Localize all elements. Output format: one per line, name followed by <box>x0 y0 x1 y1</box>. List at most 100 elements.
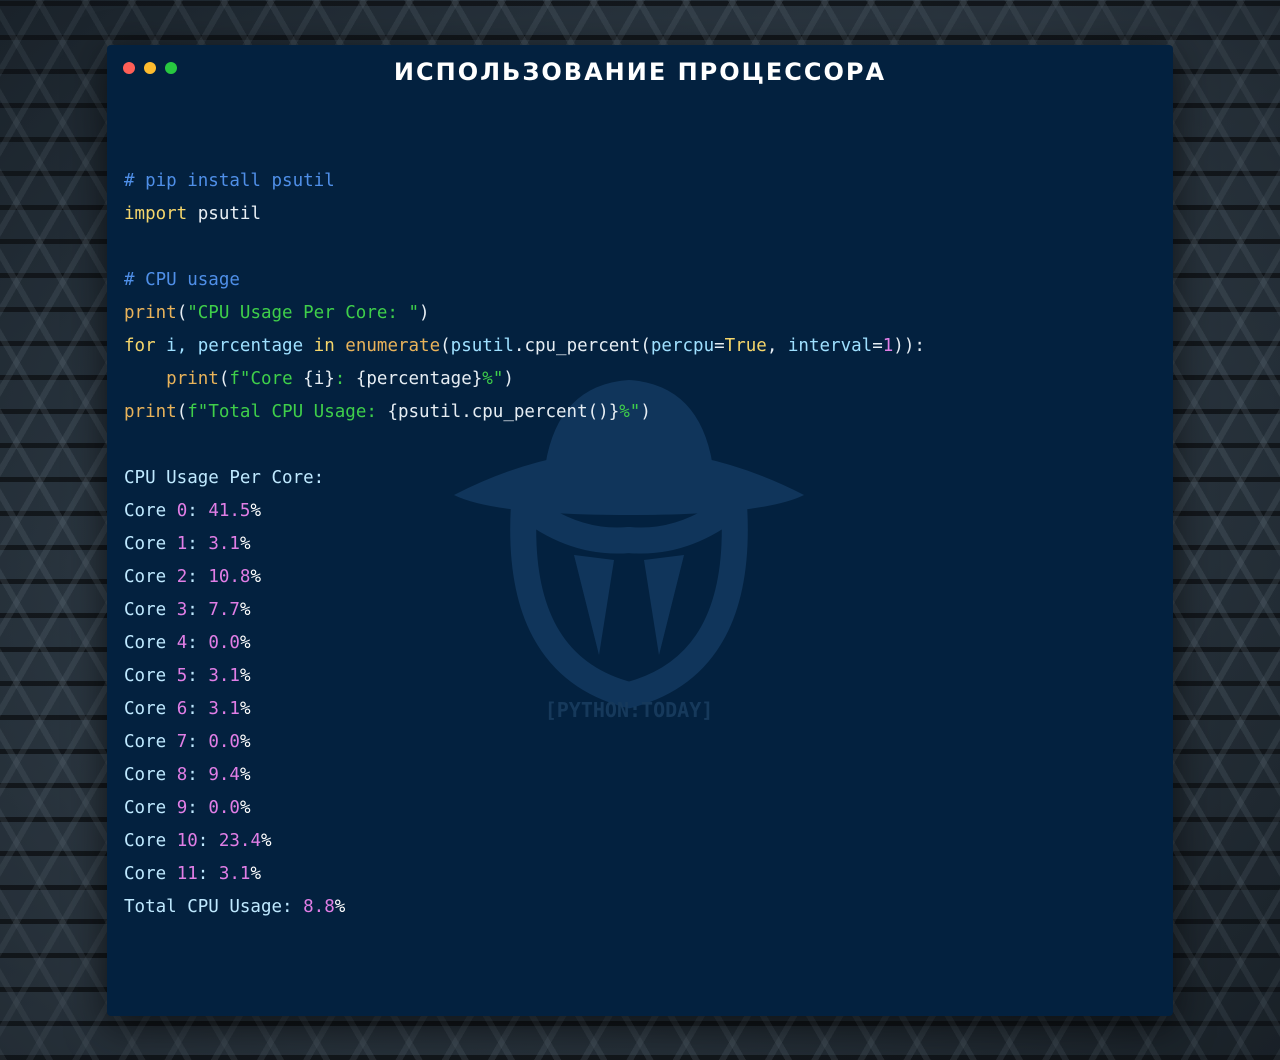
comment-text: # CPU usage <box>124 270 240 290</box>
fstring-prefix: f" <box>229 369 251 389</box>
core-label: Core <box>124 633 167 653</box>
core-index: 9 <box>176 798 188 818</box>
string-literal: %" <box>619 402 641 422</box>
comment-text: # pip install psutil <box>124 171 335 191</box>
output-core-line: Core 7: 0.0% <box>124 732 251 752</box>
output-core-list: Core 0: 41.5% Core 1: 3.1% Core 2: 10.8% Co… <box>124 495 925 891</box>
code-line-for-loop: for i, percentage in enumerate(psutil.cp… <box>124 336 925 356</box>
string-literal: Core <box>250 369 304 389</box>
percent-sign: % <box>239 534 251 554</box>
percent-sign: % <box>250 864 262 884</box>
core-label: Core <box>124 831 167 851</box>
string-literal: %" <box>482 369 504 389</box>
core-value: 3.1 <box>218 864 251 884</box>
core-index: 6 <box>176 699 188 719</box>
output-core-line: Core 11: 3.1% <box>124 864 262 884</box>
core-value: 3.1 <box>208 666 240 686</box>
core-value: 41.5 <box>208 501 251 521</box>
core-label: Core <box>124 567 167 587</box>
code-window: ИСПОЛЬЗОВАНИЕ ПРОЦЕССОРА [PYTHON:TODAY] … <box>107 45 1173 1016</box>
core-label: Core <box>124 501 167 521</box>
import-keyword: import <box>124 204 188 224</box>
percent-sign: % <box>239 633 251 653</box>
core-index: 2 <box>176 567 188 587</box>
in-keyword: in <box>313 336 335 356</box>
output-core-line: Core 0: 41.5% <box>124 501 262 521</box>
core-index: 10 <box>176 831 198 851</box>
output-core-line: Core 8: 9.4% <box>124 765 251 785</box>
string-literal: : <box>334 369 356 389</box>
core-index: 7 <box>176 732 188 752</box>
number-literal: 1 <box>882 336 894 356</box>
percpu-argument: percpu <box>650 336 715 356</box>
core-value: 0.0 <box>208 732 240 752</box>
core-index: 0 <box>176 501 188 521</box>
print-function: print <box>166 369 219 389</box>
core-label: Core <box>124 864 167 884</box>
total-value: 8.8 <box>303 897 335 917</box>
core-value: 3.1 <box>208 699 240 719</box>
percent-sign: % <box>261 831 272 851</box>
print-function: print <box>124 303 177 323</box>
output-core-line: Core 1: 3.1% <box>124 534 251 554</box>
core-index: 4 <box>176 633 188 653</box>
string-literal: "CPU Usage Per Core: " <box>187 303 420 323</box>
percent-sign: % <box>239 600 251 620</box>
percent-sign: % <box>250 501 262 521</box>
loop-variables: i, percentage <box>166 336 304 356</box>
print-function: print <box>124 402 177 422</box>
core-label: Core <box>124 600 167 620</box>
percent-sign: % <box>239 798 251 818</box>
total-label: Total CPU Usage: <box>124 897 293 917</box>
cpu-percent-function: cpu_percent <box>524 336 641 356</box>
fstring-prefix: f" <box>187 402 209 422</box>
core-label: Core <box>124 534 167 554</box>
core-label: Core <box>124 765 167 785</box>
output-total-line: Total CPU Usage: 8.8% <box>124 891 925 924</box>
code-line-print-total: print(f"Total CPU Usage: {psutil.cpu_per… <box>124 402 651 422</box>
percent-sign: % <box>239 732 251 752</box>
module-name: psutil <box>197 204 261 224</box>
interval-argument: interval <box>787 336 873 356</box>
core-index: 5 <box>176 666 188 686</box>
for-keyword: for <box>124 336 156 356</box>
core-value: 3.1 <box>208 534 240 554</box>
core-label: Core <box>124 798 167 818</box>
code-line-comment-1: # pip install psutil <box>124 165 925 198</box>
true-literal: True <box>724 336 767 356</box>
percent-sign: % <box>250 567 262 587</box>
percent-sign: % <box>334 897 346 917</box>
window-title: ИСПОЛЬЗОВАНИЕ ПРОЦЕССОРА <box>393 58 887 86</box>
output-core-line: Core 10: 23.4% <box>124 831 272 851</box>
code-line-comment-2: # CPU usage <box>124 264 925 297</box>
core-label: Core <box>124 699 167 719</box>
core-index: 3 <box>176 600 188 620</box>
output-core-line: Core 5: 3.1% <box>124 666 251 686</box>
core-label: Core <box>124 666 167 686</box>
output-core-line: Core 4: 0.0% <box>124 633 251 653</box>
core-value: 23.4 <box>218 831 262 851</box>
core-value: 0.0 <box>208 798 240 818</box>
page-background: { "window": { "title": "ИСПОЛЬЗОВАНИЕ ПР… <box>0 0 1280 1060</box>
fstring-expression: {percentage} <box>355 369 483 389</box>
code-line-print-core: print(f"Core {i}: {percentage}%") <box>166 369 514 389</box>
core-value: 9.4 <box>208 765 240 785</box>
core-value: 10.8 <box>208 567 251 587</box>
percent-sign: % <box>239 666 251 686</box>
core-value: 0.0 <box>208 633 240 653</box>
core-index: 8 <box>176 765 188 785</box>
output-core-line: Core 3: 7.7% <box>124 600 251 620</box>
output-core-line: Core 9: 0.0% <box>124 798 251 818</box>
core-index: 1 <box>176 534 188 554</box>
code-line-print-header: print("CPU Usage Per Core: ") <box>124 303 430 323</box>
output-core-line: Core 6: 3.1% <box>124 699 251 719</box>
string-literal: Total CPU Usage: <box>208 402 388 422</box>
core-value: 7.7 <box>208 600 240 620</box>
module-name: psutil <box>450 336 514 356</box>
code-block: # pip install psutil import psutil # CPU … <box>124 165 925 924</box>
enumerate-function: enumerate <box>345 336 441 356</box>
output-header-text: CPU Usage Per Core: <box>124 468 325 488</box>
percent-sign: % <box>239 699 251 719</box>
